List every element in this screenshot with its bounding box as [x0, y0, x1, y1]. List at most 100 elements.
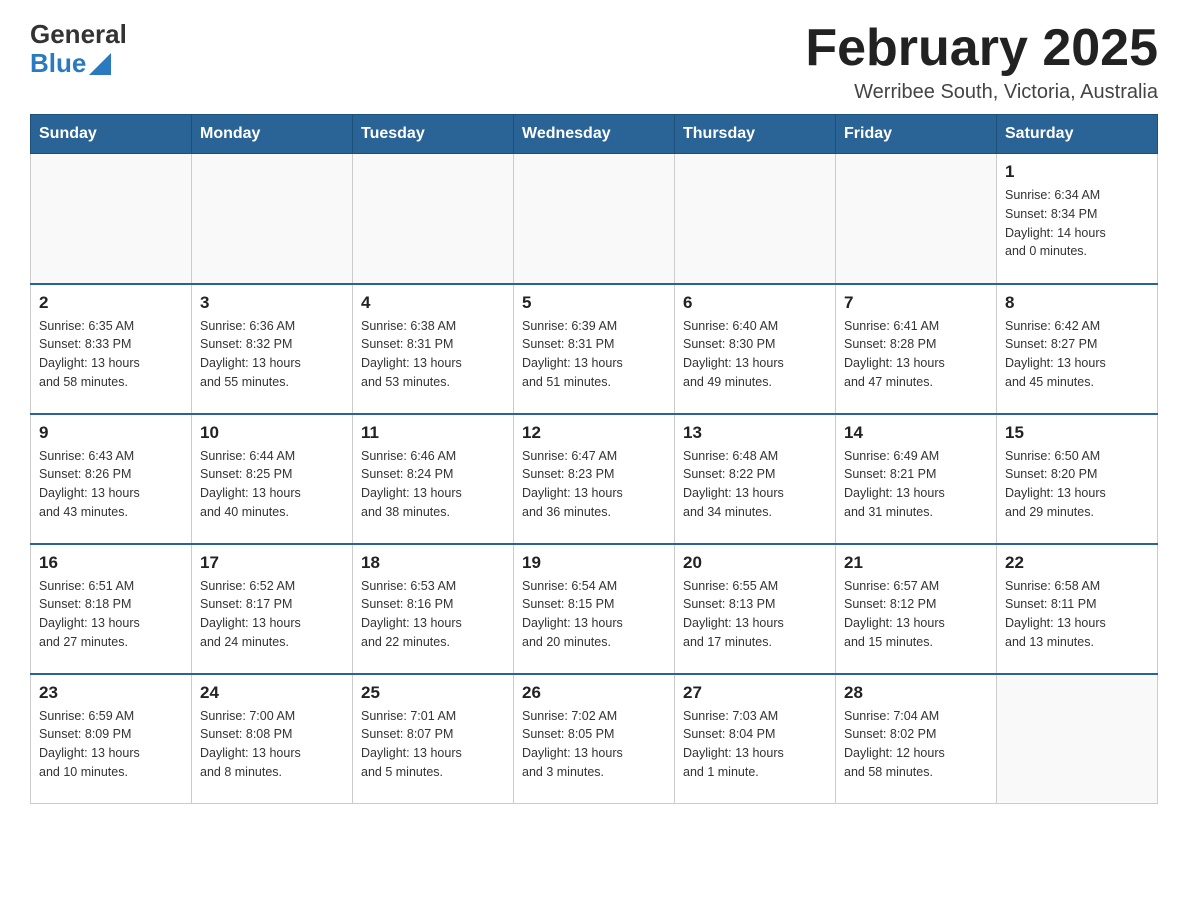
day-info: Sunrise: 6:39 AM Sunset: 8:31 PM Dayligh…	[522, 317, 666, 392]
day-number: 9	[39, 423, 183, 443]
day-number: 10	[200, 423, 344, 443]
day-number: 20	[683, 553, 827, 573]
day-number: 18	[361, 553, 505, 573]
day-number: 25	[361, 683, 505, 703]
day-number: 2	[39, 293, 183, 313]
calendar-cell: 26 Sunrise: 7:02 AM Sunset: 8:05 PM Dayli…	[514, 674, 675, 804]
day-header-thursday: Thursday	[675, 115, 836, 154]
day-info: Sunrise: 6:43 AM Sunset: 8:26 PM Dayligh…	[39, 447, 183, 522]
day-number: 22	[1005, 553, 1149, 573]
day-info: Sunrise: 6:35 AM Sunset: 8:33 PM Dayligh…	[39, 317, 183, 392]
calendar-cell: 15 Sunrise: 6:50 AM Sunset: 8:20 PM Dayli…	[997, 414, 1158, 544]
calendar-table: SundayMondayTuesdayWednesdayThursdayFrid…	[30, 114, 1158, 804]
title-section: February 2025 Werribee South, Victoria, …	[805, 20, 1158, 104]
calendar-cell: 17Sunrise: 6:52 AM Sunset: 8:17 PM Dayli…	[192, 544, 353, 674]
day-info: Sunrise: 6:55 AM Sunset: 8:13 PM Dayligh…	[683, 577, 827, 652]
day-info: Sunrise: 6:40 AM Sunset: 8:30 PM Dayligh…	[683, 317, 827, 392]
day-info: Sunrise: 6:52 AM Sunset: 8:17 PM Dayligh…	[200, 577, 344, 652]
day-number: 11	[361, 423, 505, 443]
calendar-cell: 28 Sunrise: 7:04 AM Sunset: 8:02 PM Dayli…	[836, 674, 997, 804]
day-info: Sunrise: 6:38 AM Sunset: 8:31 PM Dayligh…	[361, 317, 505, 392]
calendar-week-row: 2 Sunrise: 6:35 AM Sunset: 8:33 PM Daylig…	[31, 284, 1158, 414]
calendar-cell: 6 Sunrise: 6:40 AM Sunset: 8:30 PM Daylig…	[675, 284, 836, 414]
day-number: 3	[200, 293, 344, 313]
day-number: 7	[844, 293, 988, 313]
day-info: Sunrise: 7:02 AM Sunset: 8:05 PM Dayligh…	[522, 707, 666, 782]
calendar-cell: 16 Sunrise: 6:51 AM Sunset: 8:18 PM Dayli…	[31, 544, 192, 674]
calendar-cell: 18Sunrise: 6:53 AM Sunset: 8:16 PM Dayli…	[353, 544, 514, 674]
day-info: Sunrise: 6:50 AM Sunset: 8:20 PM Dayligh…	[1005, 447, 1149, 522]
logo-blue-text: Blue	[30, 49, 86, 78]
day-number: 24	[200, 683, 344, 703]
day-info: Sunrise: 6:49 AM Sunset: 8:21 PM Dayligh…	[844, 447, 988, 522]
day-number: 4	[361, 293, 505, 313]
calendar-header-row: SundayMondayTuesdayWednesdayThursdayFrid…	[31, 115, 1158, 154]
calendar-cell: 24 Sunrise: 7:00 AM Sunset: 8:08 PM Dayli…	[192, 674, 353, 804]
day-info: Sunrise: 6:51 AM Sunset: 8:18 PM Dayligh…	[39, 577, 183, 652]
logo-general-text: General	[30, 20, 127, 49]
calendar-cell: 1 Sunrise: 6:34 AM Sunset: 8:34 PM Daylig…	[997, 154, 1158, 284]
day-number: 28	[844, 683, 988, 703]
calendar-week-row: 16 Sunrise: 6:51 AM Sunset: 8:18 PM Dayli…	[31, 544, 1158, 674]
calendar-cell: 14 Sunrise: 6:49 AM Sunset: 8:21 PM Dayli…	[836, 414, 997, 544]
day-number: 14	[844, 423, 988, 443]
day-number: 12	[522, 423, 666, 443]
calendar-cell: 12 Sunrise: 6:47 AM Sunset: 8:23 PM Dayli…	[514, 414, 675, 544]
day-info: Sunrise: 6:48 AM Sunset: 8:22 PM Dayligh…	[683, 447, 827, 522]
calendar-cell: 13 Sunrise: 6:48 AM Sunset: 8:22 PM Dayli…	[675, 414, 836, 544]
day-number: 27	[683, 683, 827, 703]
day-header-wednesday: Wednesday	[514, 115, 675, 154]
calendar-cell	[836, 154, 997, 284]
day-info: Sunrise: 6:44 AM Sunset: 8:25 PM Dayligh…	[200, 447, 344, 522]
day-info: Sunrise: 6:42 AM Sunset: 8:27 PM Dayligh…	[1005, 317, 1149, 392]
day-number: 1	[1005, 162, 1149, 182]
calendar-cell	[675, 154, 836, 284]
calendar-week-row: 9 Sunrise: 6:43 AM Sunset: 8:26 PM Daylig…	[31, 414, 1158, 544]
day-info: Sunrise: 7:01 AM Sunset: 8:07 PM Dayligh…	[361, 707, 505, 782]
calendar-cell: 4 Sunrise: 6:38 AM Sunset: 8:31 PM Daylig…	[353, 284, 514, 414]
location-subtitle: Werribee South, Victoria, Australia	[805, 81, 1158, 104]
calendar-cell	[353, 154, 514, 284]
calendar-cell: 19Sunrise: 6:54 AM Sunset: 8:15 PM Dayli…	[514, 544, 675, 674]
day-number: 16	[39, 553, 183, 573]
page-header: General Blue February 2025 Werribee Sout…	[30, 20, 1158, 104]
calendar-cell: 8 Sunrise: 6:42 AM Sunset: 8:27 PM Daylig…	[997, 284, 1158, 414]
day-info: Sunrise: 6:46 AM Sunset: 8:24 PM Dayligh…	[361, 447, 505, 522]
day-header-sunday: Sunday	[31, 115, 192, 154]
calendar-week-row: 23 Sunrise: 6:59 AM Sunset: 8:09 PM Dayli…	[31, 674, 1158, 804]
day-number: 8	[1005, 293, 1149, 313]
day-header-tuesday: Tuesday	[353, 115, 514, 154]
day-info: Sunrise: 6:54 AM Sunset: 8:15 PM Dayligh…	[522, 577, 666, 652]
day-header-friday: Friday	[836, 115, 997, 154]
calendar-week-row: 1 Sunrise: 6:34 AM Sunset: 8:34 PM Daylig…	[31, 154, 1158, 284]
day-number: 6	[683, 293, 827, 313]
month-title: February 2025	[805, 20, 1158, 77]
calendar-cell: 21 Sunrise: 6:57 AM Sunset: 8:12 PM Dayli…	[836, 544, 997, 674]
calendar-cell: 10 Sunrise: 6:44 AM Sunset: 8:25 PM Dayli…	[192, 414, 353, 544]
day-info: Sunrise: 7:03 AM Sunset: 8:04 PM Dayligh…	[683, 707, 827, 782]
day-info: Sunrise: 6:59 AM Sunset: 8:09 PM Dayligh…	[39, 707, 183, 782]
calendar-cell: 25 Sunrise: 7:01 AM Sunset: 8:07 PM Dayli…	[353, 674, 514, 804]
day-info: Sunrise: 6:41 AM Sunset: 8:28 PM Dayligh…	[844, 317, 988, 392]
calendar-cell: 9 Sunrise: 6:43 AM Sunset: 8:26 PM Daylig…	[31, 414, 192, 544]
day-info: Sunrise: 6:47 AM Sunset: 8:23 PM Dayligh…	[522, 447, 666, 522]
day-info: Sunrise: 6:57 AM Sunset: 8:12 PM Dayligh…	[844, 577, 988, 652]
calendar-cell	[192, 154, 353, 284]
calendar-cell: 5Sunrise: 6:39 AM Sunset: 8:31 PM Daylig…	[514, 284, 675, 414]
calendar-cell: 20 Sunrise: 6:55 AM Sunset: 8:13 PM Dayli…	[675, 544, 836, 674]
day-number: 21	[844, 553, 988, 573]
calendar-cell	[997, 674, 1158, 804]
day-info: Sunrise: 6:36 AM Sunset: 8:32 PM Dayligh…	[200, 317, 344, 392]
day-info: Sunrise: 6:34 AM Sunset: 8:34 PM Dayligh…	[1005, 186, 1149, 261]
day-info: Sunrise: 7:04 AM Sunset: 8:02 PM Dayligh…	[844, 707, 988, 782]
day-number: 15	[1005, 423, 1149, 443]
day-number: 26	[522, 683, 666, 703]
day-number: 23	[39, 683, 183, 703]
day-info: Sunrise: 6:58 AM Sunset: 8:11 PM Dayligh…	[1005, 577, 1149, 652]
day-header-monday: Monday	[192, 115, 353, 154]
calendar-cell: 23 Sunrise: 6:59 AM Sunset: 8:09 PM Dayli…	[31, 674, 192, 804]
day-info: Sunrise: 7:00 AM Sunset: 8:08 PM Dayligh…	[200, 707, 344, 782]
calendar-cell: 2 Sunrise: 6:35 AM Sunset: 8:33 PM Daylig…	[31, 284, 192, 414]
day-number: 13	[683, 423, 827, 443]
calendar-cell: 22 Sunrise: 6:58 AM Sunset: 8:11 PM Dayli…	[997, 544, 1158, 674]
